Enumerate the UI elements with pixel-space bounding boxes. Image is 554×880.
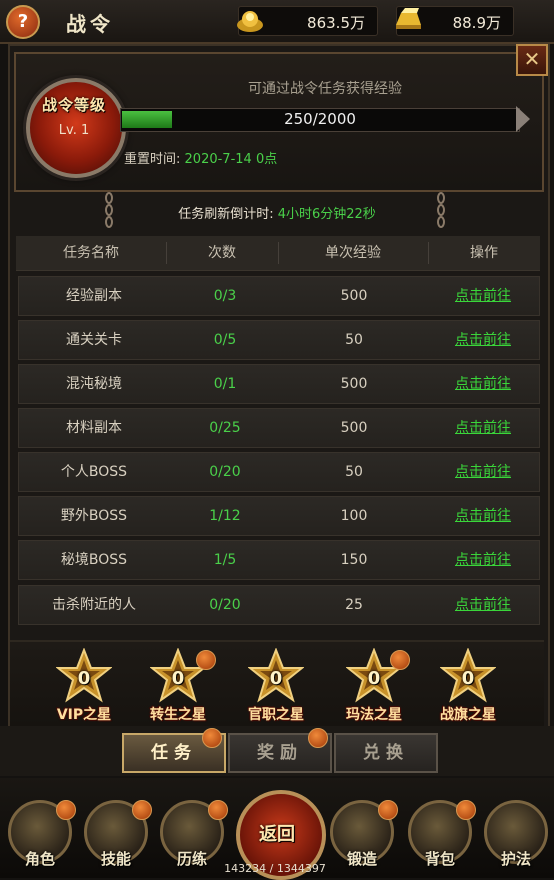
column-header-name: 任务名称 <box>63 245 119 261</box>
goto-link[interactable]: 点击前往 <box>427 277 539 315</box>
nav-label: 技能 <box>100 850 131 868</box>
task-count: 1/12 <box>209 508 241 524</box>
ingot-value: 88.9万 <box>452 14 501 32</box>
star-count: 0 <box>171 668 185 689</box>
notification-dot <box>202 728 222 748</box>
task-count: 0/3 <box>213 288 237 304</box>
star-official[interactable]: 0 官职之星 <box>236 648 316 728</box>
table-row: 经验副本 0/3 500 点击前往 <box>18 276 540 316</box>
goto-link[interactable]: 点击前往 <box>427 453 539 491</box>
reset-value: 2020-7-14 0点 <box>184 152 278 167</box>
star-label: 战旗之星 <box>440 707 496 723</box>
star-count: 0 <box>269 668 283 689</box>
task-name: 材料副本 <box>66 420 122 436</box>
table-row: 秘境BOSS 1/5 150 点击前往 <box>18 540 540 580</box>
task-name: 击杀附近的人 <box>52 597 136 613</box>
table-row: 个人BOSS 0/20 50 点击前往 <box>18 452 540 492</box>
star-mafa[interactable]: 0 玛法之星 <box>334 648 414 728</box>
notification-dot <box>56 800 76 820</box>
notification-dot <box>196 650 216 670</box>
goto-link[interactable]: 点击前往 <box>427 321 539 359</box>
star-count: 0 <box>461 668 475 689</box>
countdown-label: 任务刷新倒计时: <box>178 207 274 222</box>
gold-counter: 863.5万 <box>237 6 378 36</box>
task-count: 0/20 <box>209 597 241 613</box>
nav-label: 背包 <box>424 850 455 868</box>
task-name: 经验副本 <box>66 288 122 304</box>
goto-link[interactable]: 点击前往 <box>427 541 539 579</box>
table-row: 野外BOSS 1/12 100 点击前往 <box>18 496 540 536</box>
column-header-xp: 单次经验 <box>325 245 381 261</box>
task-xp: 150 <box>340 552 368 568</box>
ingot-counter: 88.9万 <box>396 6 514 36</box>
badge-title: 战令等级 <box>41 96 106 114</box>
table-row: 材料副本 0/25 500 点击前往 <box>18 408 540 448</box>
star-label: 玛法之星 <box>346 707 402 723</box>
goto-link[interactable]: 点击前往 <box>427 497 539 535</box>
task-xp: 50 <box>345 332 363 348</box>
table-row: 混沌秘境 0/1 500 点击前往 <box>18 364 540 404</box>
task-count: 0/5 <box>213 332 237 348</box>
column-header-count: 次数 <box>208 245 236 261</box>
table-row: 通关关卡 0/5 50 点击前往 <box>18 320 540 360</box>
xp-progress-text: 250/2000 <box>284 110 356 128</box>
task-count: 0/20 <box>209 464 241 480</box>
column-header-action: 操作 <box>470 245 498 261</box>
task-count: 0/1 <box>213 376 237 392</box>
notification-dot <box>208 800 228 820</box>
goto-link[interactable]: 点击前往 <box>427 409 539 447</box>
star-banner[interactable]: 0 战旗之星 <box>428 648 508 728</box>
xp-hint: 可通过战令任务获得经验 <box>248 81 402 97</box>
task-count: 1/5 <box>213 552 237 568</box>
notification-dot <box>378 800 398 820</box>
star-count: 0 <box>367 668 381 689</box>
notification-dot <box>132 800 152 820</box>
task-table-header: 任务名称 次数 单次经验 操作 <box>16 236 540 271</box>
task-xp: 100 <box>340 508 368 524</box>
goto-link[interactable]: 点击前往 <box>427 586 539 624</box>
star-label: 转生之星 <box>150 707 206 723</box>
help-button[interactable]: ? <box>6 5 40 39</box>
experience-total: 143234 / 1344397 <box>224 862 326 875</box>
goto-link[interactable]: 点击前往 <box>427 365 539 403</box>
star-count: 0 <box>77 668 91 689</box>
star-rebirth[interactable]: 0 转生之星 <box>138 648 218 728</box>
notification-dot <box>390 650 410 670</box>
badge-level: Lv. 1 <box>58 123 90 138</box>
tab-exchange[interactable]: 兑换 <box>334 733 438 773</box>
reset-time: 重置时间: 2020-7-14 0点 <box>124 148 277 167</box>
task-xp: 500 <box>340 288 368 304</box>
task-name: 野外BOSS <box>60 508 128 524</box>
task-xp: 50 <box>345 464 363 480</box>
star-vip[interactable]: 0 VIP之星 <box>44 648 124 728</box>
star-label: 官职之星 <box>248 707 304 723</box>
gold-ingot-icon <box>237 11 263 32</box>
task-name: 混沌秘境 <box>66 376 122 392</box>
page-title: 战令 <box>66 12 114 36</box>
gold-bar-icon <box>396 8 421 29</box>
task-xp: 500 <box>340 376 368 392</box>
arrow-right-icon <box>516 106 530 132</box>
gold-value: 863.5万 <box>307 14 365 32</box>
star-label: VIP之星 <box>56 707 112 723</box>
table-row: 击杀附近的人 0/20 25 点击前往 <box>18 585 540 625</box>
nav-label: 角色 <box>24 850 55 868</box>
task-name: 个人BOSS <box>60 464 128 480</box>
reset-label: 重置时间: <box>124 152 181 167</box>
notification-dot <box>308 728 328 748</box>
nav-label: 护法 <box>500 850 531 868</box>
task-count: 0/25 <box>209 420 241 436</box>
refresh-countdown: 任务刷新倒计时: 4小时6分钟22秒 <box>0 203 554 222</box>
task-name: 通关关卡 <box>66 332 122 348</box>
return-label: 返回 <box>259 824 295 845</box>
task-name: 秘境BOSS <box>60 552 128 568</box>
countdown-value: 4小时6分钟22秒 <box>277 207 376 222</box>
close-button[interactable]: ✕ <box>516 44 548 76</box>
notification-dot <box>456 800 476 820</box>
task-xp: 500 <box>340 420 368 436</box>
task-xp: 25 <box>345 597 363 613</box>
